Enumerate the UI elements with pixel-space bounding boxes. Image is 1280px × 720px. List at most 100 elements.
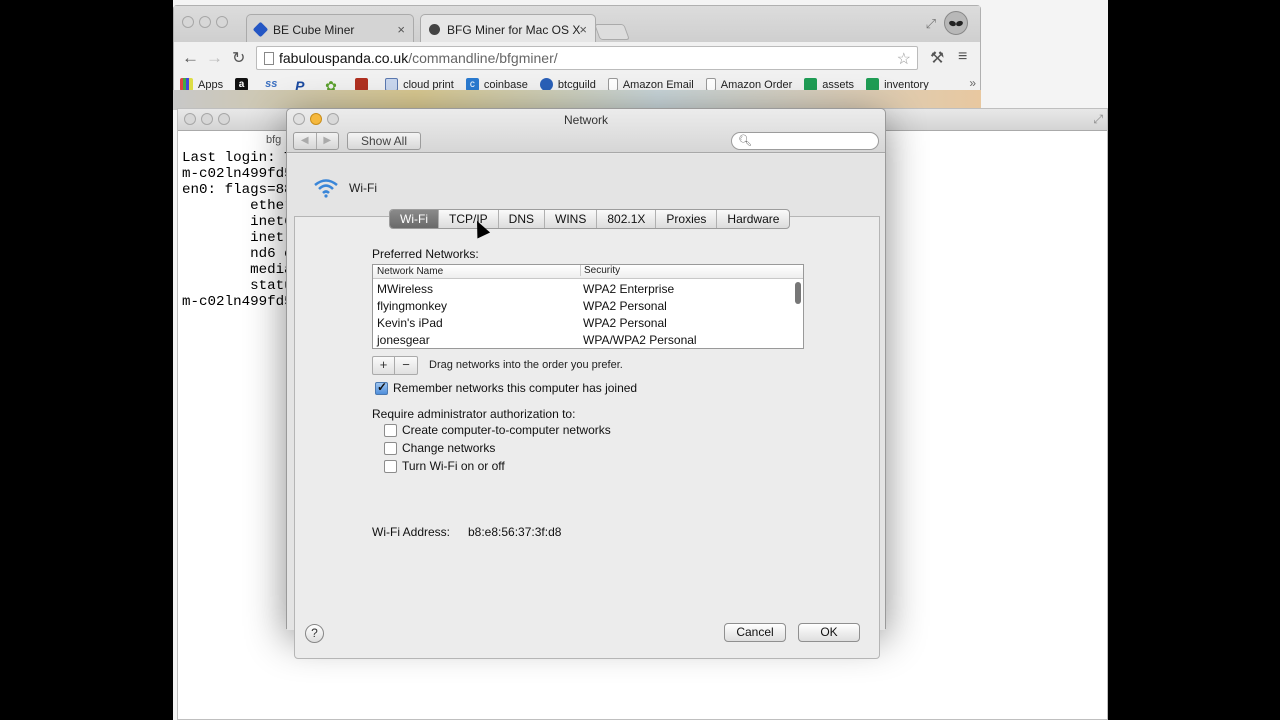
tab-bfg-miner[interactable]: BFG Miner for Mac OS X × [420, 14, 596, 42]
column-security[interactable]: Security [580, 265, 620, 276]
menu-icon[interactable]: ≡ [958, 48, 967, 66]
checkbox[interactable] [384, 459, 397, 473]
show-all-button[interactable]: Show All [347, 132, 421, 150]
turn-wifi-checkbox[interactable]: Turn Wi-Fi on or off [384, 459, 505, 473]
list-scrollbar[interactable] [795, 282, 801, 304]
require-admin-label: Require administrator authorization to: [372, 407, 576, 421]
bookmark-label: assets [822, 78, 855, 91]
tab-be-cube-miner[interactable]: BE Cube Miner × [246, 14, 414, 42]
interface-header: Wi-Fi [313, 178, 377, 198]
fullscreen-icon[interactable]: ⤢ [926, 16, 936, 32]
column-network-name[interactable]: Network Name [377, 266, 443, 277]
terminal-line: media [182, 262, 293, 278]
close-button[interactable] [182, 16, 194, 28]
minimize-button[interactable] [199, 16, 211, 28]
forward-arrow-icon[interactable]: → [206, 48, 223, 68]
url-path: /commandline/bfgminer/ [408, 50, 558, 66]
terminal-line: ether [182, 198, 293, 214]
table-row[interactable]: jonesgear WPA/WPA2 Personal [373, 331, 793, 348]
bookmark-star-icon[interactable]: ☆ [897, 49, 911, 69]
checkbox[interactable] [384, 441, 397, 455]
tab-proxies[interactable]: Proxies [656, 210, 718, 228]
change-networks-checkbox[interactable]: Change networks [384, 441, 495, 455]
network-name: Kevin's iPad [377, 316, 443, 330]
drag-hint: Drag networks into the order you prefer. [429, 359, 623, 371]
url-host: fabulouspanda.co.uk [279, 50, 409, 66]
back-arrow-icon[interactable]: ◀ [294, 133, 317, 149]
checkbox-label: Remember networks this computer has join… [393, 381, 638, 395]
network-preferences-window: Network ◀ ▶ Show All 🔍︎ Wi-Fi Wi-Fi TCP/… [286, 108, 886, 659]
terminal-line: m-c02ln499fd5 [182, 294, 293, 310]
profile-avatar-icon[interactable] [944, 11, 968, 35]
close-tab-icon[interactable]: × [579, 22, 587, 37]
terminal-line: m-c02ln499fd5 [182, 166, 293, 182]
terminal-output[interactable]: Last login: Tm-c02ln499fd5 en0: flags=88 … [182, 150, 293, 310]
advanced-tabs: Wi-Fi TCP/IP DNS WINS 802.1X Proxies Har… [389, 209, 791, 229]
table-header: Network Name Security [373, 265, 803, 279]
remember-networks-checkbox[interactable]: Remember networks this computer has join… [375, 380, 638, 395]
terminal-title: bfg [266, 134, 282, 146]
wifi-icon [314, 179, 338, 198]
network-security: WPA2 Personal [583, 299, 667, 313]
window-title: Network [563, 113, 608, 127]
tab-hardware[interactable]: Hardware [717, 210, 789, 228]
ok-button[interactable]: OK [798, 623, 860, 642]
zoom-button[interactable] [216, 16, 228, 28]
address-bar[interactable]: fabulouspanda.co.uk/commandline/bfgminer… [256, 46, 918, 70]
browser-toolbar: ← → ↻ fabulouspanda.co.uk/commandline/bf… [174, 42, 980, 74]
close-button[interactable] [184, 113, 196, 125]
remove-network-button[interactable]: − [395, 357, 417, 374]
add-network-button[interactable]: + [373, 357, 395, 374]
bookmark-label: Amazon Order [720, 78, 793, 91]
reload-icon[interactable]: ↻ [232, 48, 245, 68]
table-row[interactable]: Kevin's iPad WPA2 Personal [373, 314, 793, 331]
cancel-button[interactable]: Cancel [724, 623, 786, 642]
minimize-button[interactable] [201, 113, 213, 125]
network-name: MWireless [377, 282, 433, 296]
network-name: jonesgear [377, 333, 430, 347]
webpage-background [173, 90, 981, 110]
bookmark-label: Apps [198, 78, 224, 91]
terminal-line: inet [182, 230, 293, 246]
browser-window-controls [182, 16, 228, 28]
tab-tcpip[interactable]: TCP/IP [439, 210, 499, 228]
table-row[interactable]: MWireless WPA2 Enterprise [373, 280, 793, 297]
bookmark-label: Amazon Email [622, 78, 694, 91]
close-tab-icon[interactable]: × [397, 22, 405, 37]
tab-wifi[interactable]: Wi-Fi [390, 210, 439, 228]
terminal-line: statu [182, 278, 293, 294]
preferred-networks-label: Preferred Networks: [372, 247, 479, 261]
search-input[interactable]: 🔍︎ [731, 132, 879, 150]
tab-8021x[interactable]: 802.1X [597, 210, 657, 228]
wrench-icon[interactable]: ⚒ [930, 48, 944, 68]
table-row[interactable]: flyingmonkey WPA2 Personal [373, 297, 793, 314]
network-security: WPA/WPA2 Personal [583, 333, 697, 347]
network-security: WPA2 Personal [583, 316, 667, 330]
add-remove-control: + − [372, 356, 418, 375]
create-computer-networks-checkbox[interactable]: Create computer-to-computer networks [384, 423, 611, 437]
bookmarks-overflow-icon[interactable]: » [969, 76, 976, 90]
tab-dns[interactable]: DNS [499, 210, 545, 228]
bookmark-label: cloud print [403, 78, 454, 91]
tab-wins[interactable]: WINS [545, 210, 598, 228]
network-pane: Wi-Fi Wi-Fi TCP/IP DNS WINS 802.1X Proxi… [287, 154, 885, 659]
panda-icon [429, 24, 440, 35]
back-forward-control[interactable]: ◀ ▶ [293, 132, 339, 150]
preferred-networks-table[interactable]: Network Name Security MWireless WPA2 Ent… [372, 264, 804, 349]
terminal-line: en0: flags=88 [182, 182, 293, 198]
network-name: flyingmonkey [377, 299, 448, 313]
zoom-button[interactable] [218, 113, 230, 125]
checkbox-label: Change networks [402, 441, 496, 455]
fullscreen-icon[interactable]: ⤢ [1093, 112, 1103, 127]
wifi-address-label: Wi-Fi Address: [372, 525, 451, 539]
bookmark-label: btcguild [557, 78, 596, 91]
search-icon: 🔍︎ [738, 135, 752, 147]
checkbox-label: Turn Wi-Fi on or off [402, 459, 505, 473]
forward-arrow-icon[interactable]: ▶ [317, 133, 339, 149]
help-button[interactable]: ? [305, 624, 324, 643]
back-arrow-icon[interactable]: ← [182, 48, 199, 68]
checkbox[interactable] [384, 423, 397, 437]
page-icon [264, 52, 274, 65]
checkbox-checked[interactable] [375, 380, 388, 395]
new-tab-button[interactable] [594, 24, 630, 40]
